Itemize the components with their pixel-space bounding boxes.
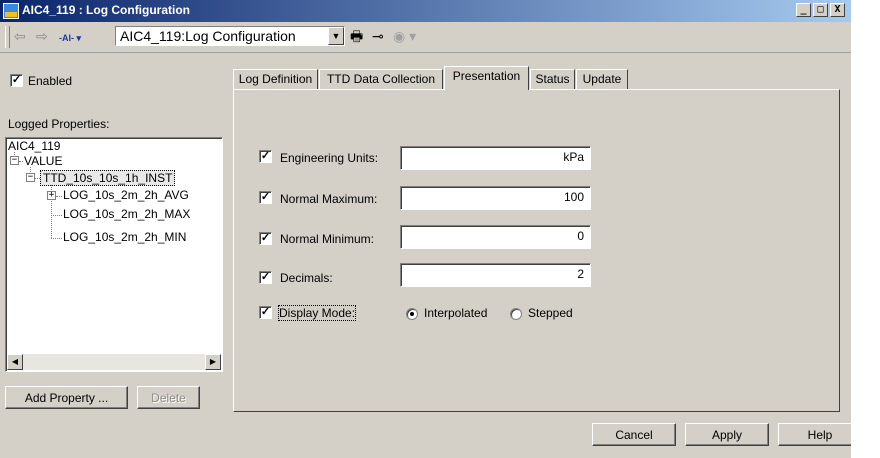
tree-item-log-min[interactable]: LOG_10s_2m_2h_MIN <box>63 230 186 244</box>
normal-minimum-field[interactable]: 0 <box>400 225 591 249</box>
window-title: AIC4_119 : Log Configuration <box>22 3 191 17</box>
tab-presentation[interactable]: Presentation <box>444 66 529 90</box>
help-button[interactable]: Help <box>778 423 851 446</box>
display-mode-checkbox[interactable]: ✓ <box>259 306 272 319</box>
object-combo[interactable]: AIC4_119:Log Configuration ▼ <box>115 26 345 46</box>
pin-icon[interactable]: ⊸ <box>372 28 384 44</box>
engineering-units-field[interactable]: kPa <box>400 146 591 170</box>
window-controls: _ □ X <box>794 3 845 17</box>
scroll-left-icon[interactable]: ◀ <box>7 354 23 370</box>
normal-minimum-label: Normal Minimum: <box>280 232 375 246</box>
presentation-panel: ✓ Engineering Units: kPa ✓ Normal Maximu… <box>233 89 840 412</box>
tree-item-aic4-119[interactable]: AIC4_119 <box>8 139 60 153</box>
tab-log-definition[interactable]: Log Definition <box>233 69 318 89</box>
collapse-icon[interactable]: − <box>10 156 19 165</box>
decimals-field[interactable]: 2 <box>400 263 591 287</box>
enabled-label: Enabled <box>28 74 73 88</box>
toolbar: ⇦ ⇨ -AI- ▾ AIC4_119:Log Configuration ▼ … <box>0 22 851 53</box>
horizontal-scrollbar[interactable]: ◀ ▶ <box>7 354 221 370</box>
disabled-tool-icon: ◉ ▾ <box>393 28 417 44</box>
print-preview-icon[interactable]: 🖶 <box>350 28 363 44</box>
logged-properties-label: Logged Properties: <box>8 117 110 131</box>
tree-item-ttd-10s-10s-1h-inst[interactable]: TTD_10s_10s_1h_INST <box>40 170 176 186</box>
title-bar[interactable]: AIC4_119 : Log Configuration _ □ X <box>0 0 851 22</box>
normal-maximum-label: Normal Maximum: <box>280 192 378 206</box>
interpolated-radio[interactable] <box>406 308 418 320</box>
chevron-down-icon[interactable]: ▼ <box>328 27 344 45</box>
interpolated-label[interactable]: Interpolated <box>424 306 487 320</box>
stepped-label[interactable]: Stepped <box>528 306 573 320</box>
attribute-dropdown-icon[interactable]: -AI- ▾ <box>59 30 81 46</box>
tree-item-log-avg[interactable]: LOG_10s_2m_2h_AVG <box>63 188 189 202</box>
tab-ttd-data-collection[interactable]: TTD Data Collection <box>319 69 443 89</box>
log-configuration-window: AIC4_119 : Log Configuration _ □ X ⇦ ⇨ -… <box>0 0 851 458</box>
engineering-units-checkbox[interactable]: ✓ <box>259 150 272 163</box>
stepped-radio[interactable] <box>510 308 522 320</box>
expand-icon[interactable]: + <box>47 191 56 200</box>
normal-minimum-checkbox[interactable]: ✓ <box>259 232 272 245</box>
normal-maximum-checkbox[interactable]: ✓ <box>259 191 272 204</box>
decimals-checkbox[interactable]: ✓ <box>259 271 272 284</box>
tab-update[interactable]: Update <box>576 69 628 89</box>
back-arrow-icon[interactable]: ⇦ <box>14 28 26 44</box>
collapse-icon[interactable]: − <box>26 173 35 182</box>
close-button[interactable]: X <box>830 3 845 17</box>
logged-properties-tree[interactable]: AIC4_119 − VALUE − TTD_10s_10s_1h_INST +… <box>5 137 223 372</box>
normal-maximum-field[interactable]: 100 <box>400 186 591 210</box>
display-mode-label: Display Mode: <box>277 305 357 321</box>
tree-item-value[interactable]: VALUE <box>24 154 62 168</box>
cancel-button[interactable]: Cancel <box>592 423 676 446</box>
toolbar-grip[interactable] <box>5 26 10 48</box>
object-combo-value: AIC4_119:Log Configuration <box>120 28 296 44</box>
minimize-button[interactable]: _ <box>796 3 811 17</box>
tree-item-log-max[interactable]: LOG_10s_2m_2h_MAX <box>63 207 190 221</box>
forward-arrow-icon[interactable]: ⇨ <box>36 28 48 44</box>
scroll-right-icon[interactable]: ▶ <box>205 354 221 370</box>
tab-status[interactable]: Status <box>530 69 575 89</box>
application-icon <box>3 3 19 19</box>
engineering-units-label: Engineering Units: <box>280 151 379 165</box>
delete-button[interactable]: Delete <box>137 386 200 409</box>
apply-button[interactable]: Apply <box>685 423 769 446</box>
enabled-checkbox[interactable]: ✓ <box>10 74 23 87</box>
maximize-button[interactable]: □ <box>813 3 828 17</box>
decimals-label: Decimals: <box>280 271 333 285</box>
add-property-button[interactable]: Add Property ... <box>5 386 128 409</box>
